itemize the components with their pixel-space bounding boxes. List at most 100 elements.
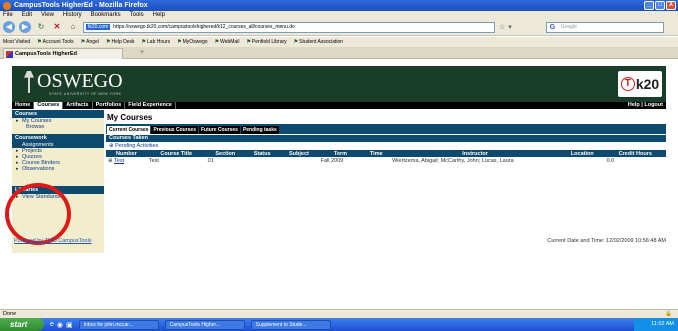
bookmark-angel[interactable]: ⚑Angel bbox=[81, 39, 99, 45]
dropdown-icon[interactable]: ▾ bbox=[508, 23, 512, 31]
column-time[interactable]: Time bbox=[362, 150, 391, 157]
oswego-logo[interactable]: OSWEGO bbox=[24, 70, 123, 93]
tab-previous-courses[interactable]: Previous Courses bbox=[151, 126, 198, 134]
cell-time bbox=[363, 157, 391, 164]
menu-tools[interactable]: Tools bbox=[130, 12, 144, 18]
status-bar: Done 🔒 bbox=[0, 309, 678, 318]
bookmark-penfield[interactable]: ⚑Penfield Library bbox=[246, 39, 286, 45]
bookmark-icon: ⚑ bbox=[214, 39, 220, 45]
menu-bookmarks[interactable]: Bookmarks bbox=[91, 12, 121, 18]
courses-table: Number Course Title Section Status Subje… bbox=[106, 150, 666, 164]
nav-portfolios[interactable]: Portfolios bbox=[93, 102, 126, 109]
tab-pending-tasks[interactable]: Pending tasks bbox=[240, 126, 279, 134]
bookmark-star-icon[interactable]: ☆ bbox=[499, 23, 505, 31]
firefox-quicklaunch-icon[interactable]: ◉ bbox=[57, 321, 63, 329]
sidebar-item-my-courses[interactable]: My Courses bbox=[12, 118, 104, 124]
url-text: https://oswego.tk20.com/campustoolshighe… bbox=[113, 24, 295, 30]
minimize-button[interactable]: _ bbox=[644, 1, 654, 10]
site-identity-badge[interactable]: tk20.com bbox=[86, 24, 111, 30]
page-title: My Courses bbox=[107, 113, 153, 122]
desktop-icon[interactable]: ▣ bbox=[66, 321, 73, 329]
column-number[interactable]: Number bbox=[106, 150, 147, 157]
browser-tabbar: CampusTools HigherEd + bbox=[0, 47, 678, 59]
current-datetime: Current Date and Time: 12/02/2009 10:56:… bbox=[547, 238, 666, 244]
nav-home[interactable]: Home bbox=[12, 102, 35, 109]
search-input[interactable]: Google bbox=[545, 21, 664, 33]
cell-instructor: Wiertzema, Abigail; McCarthy, John; Luca… bbox=[392, 157, 514, 164]
column-status[interactable]: Status bbox=[244, 150, 280, 157]
bookmark-help-desk[interactable]: ⚑Help Desk bbox=[106, 39, 135, 45]
bookmark-icon: ⚑ bbox=[105, 39, 111, 45]
column-location[interactable]: Location bbox=[560, 150, 605, 157]
tab-future-courses[interactable]: Future Courses bbox=[198, 126, 240, 134]
home-icon[interactable]: ⌂ bbox=[67, 21, 79, 33]
reload-icon[interactable]: ↻ bbox=[35, 21, 47, 33]
menu-file[interactable]: File bbox=[3, 12, 13, 18]
main-content: My Courses Current Courses Previous Cour… bbox=[106, 110, 666, 250]
lock-icon[interactable]: 🔒 bbox=[665, 310, 672, 318]
taskbar-item-campustools[interactable]: CampusTools Higher... bbox=[164, 319, 245, 330]
pending-activities-link[interactable]: ⊕ Pending Activities bbox=[106, 143, 158, 149]
menu-history[interactable]: History bbox=[63, 12, 82, 18]
taskbar-item-inbox[interactable]: Inbox for john.mccar... bbox=[78, 319, 159, 330]
column-credit-hours[interactable]: Credit Hours bbox=[604, 150, 666, 157]
powered-by-link[interactable]: Powered by Tk20 CampusTools bbox=[14, 238, 92, 244]
menu-view[interactable]: View bbox=[41, 12, 54, 18]
bookmarks-toolbar: Most Visited ⚑Account Tools ⚑Angel ⚑Help… bbox=[0, 37, 678, 47]
cell-location bbox=[560, 157, 604, 164]
window-titlebar: CampusTools HigherEd - Mozilla Firefox _… bbox=[0, 0, 678, 11]
bookmark-icon: ⚑ bbox=[37, 39, 42, 45]
cell-number[interactable]: ⊕ Test bbox=[106, 157, 147, 164]
bookmark-icon: ⚑ bbox=[141, 39, 147, 45]
bookmark-account-tools[interactable]: ⚑Account Tools bbox=[37, 39, 74, 45]
cell-subject bbox=[279, 157, 318, 164]
column-term[interactable]: Term bbox=[318, 150, 363, 157]
close-button[interactable]: X bbox=[666, 1, 676, 10]
cell-course-title: Test bbox=[148, 157, 159, 164]
sidebar-heading-courses: Courses bbox=[12, 110, 104, 118]
navigation-toolbar: ◀ ▶ ↻ ✕ ⌂ tk20.com https://oswego.tk20.c… bbox=[0, 19, 678, 36]
menu-bar: File Edit View History Bookmarks Tools H… bbox=[0, 11, 678, 19]
start-button[interactable]: start bbox=[0, 318, 44, 331]
taskbar-item-supplement[interactable]: Supplement to Stude... bbox=[250, 319, 331, 330]
expand-icon[interactable]: ⊕ bbox=[109, 143, 114, 149]
new-tab-button[interactable]: + bbox=[140, 49, 144, 56]
table-header-row: Number Course Title Section Status Subje… bbox=[106, 150, 666, 157]
stop-icon[interactable]: ✕ bbox=[51, 21, 63, 33]
column-section[interactable]: Section bbox=[205, 150, 245, 157]
bookmark-icon: ⚑ bbox=[177, 39, 182, 45]
bookmark-student-association[interactable]: ⚑Student Association bbox=[294, 39, 343, 45]
menu-help[interactable]: Help bbox=[153, 12, 165, 18]
top-navigation: Home Courses Artifacts Portfolios Field … bbox=[12, 102, 666, 109]
bookmark-myoswego[interactable]: ⚑MyOswego bbox=[177, 39, 208, 45]
course-tabs: Current Courses Previous Courses Future … bbox=[106, 124, 666, 134]
bookmark-webmail[interactable]: ⚑WebMail bbox=[215, 39, 240, 45]
courses-taken-heading: Courses Taken bbox=[106, 135, 666, 142]
logo-subtitle: STATE UNIVERSITY OF NEW YORK bbox=[49, 92, 122, 96]
nav-field-experience[interactable]: Field Experience bbox=[125, 102, 176, 109]
nav-courses[interactable]: Courses bbox=[34, 102, 64, 109]
address-bar[interactable]: tk20.com https://oswego.tk20.com/campust… bbox=[83, 21, 495, 33]
window-title: CampusTools HigherEd - Mozilla Firefox bbox=[14, 2, 148, 9]
tab-current-courses[interactable]: Current Courses bbox=[107, 126, 151, 134]
browser-tab[interactable]: CampusTools HigherEd bbox=[3, 48, 123, 59]
bookmark-most-visited[interactable]: Most Visited bbox=[3, 39, 30, 45]
forward-icon[interactable]: ▶ bbox=[19, 21, 31, 33]
red-annotation-circle bbox=[5, 183, 71, 245]
back-icon[interactable]: ◀ bbox=[3, 21, 15, 33]
browser-tab-label: CampusTools HigherEd bbox=[15, 51, 77, 57]
column-subject[interactable]: Subject bbox=[279, 150, 319, 157]
column-instructor[interactable]: Instructor bbox=[390, 150, 561, 157]
menu-edit[interactable]: Edit bbox=[22, 12, 32, 18]
nav-artifacts[interactable]: Artifacts bbox=[63, 102, 93, 109]
bookmark-icon: ⚑ bbox=[293, 39, 299, 45]
site-header: OSWEGO STATE UNIVERSITY OF NEW YORK Tk20 bbox=[12, 66, 666, 102]
bookmark-lab-hours[interactable]: ⚑Lab Hours bbox=[142, 39, 171, 45]
sidebar-item-observations[interactable]: Observations bbox=[12, 166, 104, 172]
maximize-button[interactable]: □ bbox=[655, 1, 665, 10]
cell-credit-hours: 0.0 bbox=[606, 157, 615, 164]
column-course-title[interactable]: Course Title bbox=[146, 150, 206, 157]
ie-icon[interactable]: e bbox=[50, 321, 54, 329]
help-logout-links[interactable]: Help | Logout bbox=[628, 102, 663, 109]
system-tray-clock: 11:02 AM bbox=[634, 318, 678, 331]
